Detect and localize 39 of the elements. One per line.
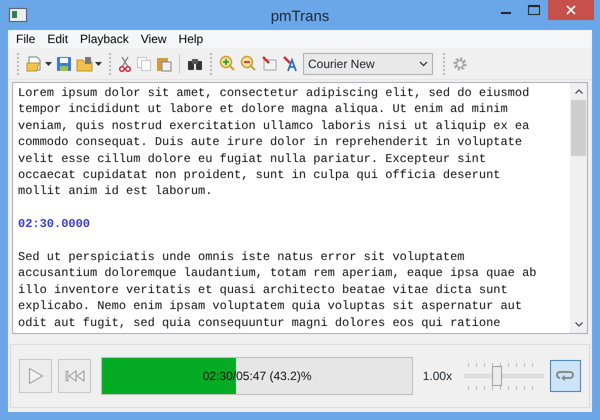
font-select[interactable]: Courier New <box>303 52 433 74</box>
transcript-text-line: velit esse cillum dolore eu fugiat nulla pariatur. Excepteur sint <box>18 150 488 168</box>
rewind-button[interactable] <box>58 359 92 393</box>
close-button[interactable] <box>548 0 594 20</box>
transcript-text-line: illo inventore veritatis et quasi architecto beatae vitae dicta sunt <box>18 282 509 298</box>
app-icon <box>9 8 27 22</box>
play-button[interactable] <box>19 359 52 393</box>
maximize-icon <box>528 5 540 15</box>
scroll-down-icon[interactable] <box>574 322 582 327</box>
caret-icon <box>45 62 52 66</box>
speed-slider-thumb[interactable] <box>492 366 502 386</box>
transcript-text-line: odit aut fugit, sed quia consequuntur magni dolores eos qui ratione <box>18 314 502 332</box>
transcript-text-line: occaecat cupidatat non proident, sunt in culpa qui officia deserunt <box>18 167 502 184</box>
transcript-text-line: accusantium doloremque laudantium, totam rem aperiam, eaque ipsa quae ab <box>18 265 538 282</box>
menu-item[interactable]: File <box>10 31 42 47</box>
caret-icon <box>95 62 102 66</box>
loop-icon <box>556 369 574 383</box>
menu-item[interactable]: Edit <box>41 31 74 47</box>
transcript-text-line: Lorem ipsum dolor sit amet, consectetur adipiscing elit, sed do eiusmod <box>18 85 530 102</box>
speed-label: 1.00x <box>422 368 454 385</box>
menu-item[interactable]: Help <box>172 31 210 47</box>
menu-item[interactable]: View <box>134 31 173 47</box>
loop-button[interactable] <box>550 360 581 392</box>
chevron-down-icon <box>419 60 428 66</box>
transcript-text-line: veniam, quis nostrud exercitation ullamco laboris nisi ut aliquip ex ea <box>18 118 530 134</box>
transcript-text-line: explicabo. Nemo enim ipsam voluptatem quia voluptas sit aspernatur aut <box>18 298 524 315</box>
scrollbar-thumb[interactable] <box>571 100 586 156</box>
transcript-text-line: Sed ut perspiciatis unde omnis iste natus error sit voluptatem <box>18 249 466 266</box>
timestamp[interactable]: 02:30.0000 <box>18 216 565 233</box>
skip-back-icon <box>64 370 85 382</box>
transcript-text-line: tempor incididunt ut labore et dolore magna aliqua. Ut enim ad minim <box>18 101 509 118</box>
transcript-text-line: commodo consequat. Duis aute irure dolor in reprehenderit in voluptate <box>18 134 524 151</box>
transcript-text-line: mollit anim id est laborum. <box>18 183 214 200</box>
play-icon <box>28 367 44 385</box>
close-icon <box>566 5 576 15</box>
scroll-up-icon[interactable] <box>574 89 582 94</box>
menu-item[interactable]: Playback <box>74 31 135 47</box>
window-title: pmTrans <box>270 7 330 27</box>
minimize-icon <box>501 12 511 14</box>
